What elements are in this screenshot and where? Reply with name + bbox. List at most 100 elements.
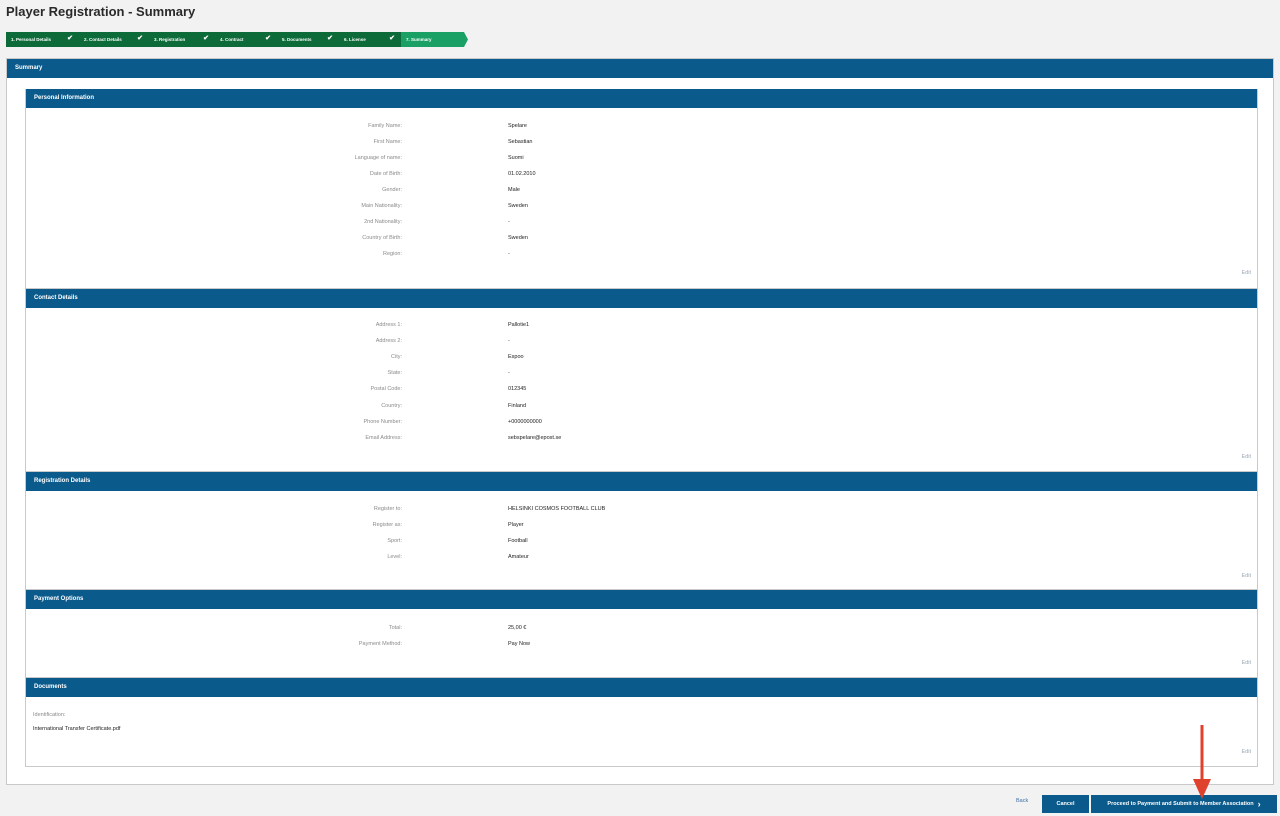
field-value: Pay Now: [508, 641, 531, 647]
field-label: Country:: [381, 403, 402, 409]
field-value: Finland: [508, 403, 527, 409]
wizard-steps: 1. Personal Details ✔ 2. Contact Details…: [6, 32, 468, 47]
wizard-step-label: 2. Contact Details: [84, 37, 122, 42]
chevron-right-icon: ›: [1257, 799, 1261, 809]
field-value: sebspelare@epost.se: [508, 435, 562, 441]
field-value: Football: [508, 538, 528, 544]
wizard-step-registration[interactable]: 3. Registration ✔: [149, 32, 215, 47]
language-row: Language of name: Suomi: [26, 155, 1257, 165]
wizard-step-documents[interactable]: 5. Documents ✔: [277, 32, 339, 47]
field-value: HELSINKI COSMOS FOOTBALL CLUB: [508, 506, 606, 512]
proceed-to-payment-button[interactable]: Proceed to Payment and Submit to Member …: [1091, 795, 1277, 813]
wizard-step-label: 6. License: [344, 37, 366, 42]
field-label: Register as:: [372, 522, 402, 528]
field-value: Sebastian: [508, 139, 533, 145]
personal-information-section: Personal Information Family Name: Spelare…: [25, 89, 1258, 289]
second-nationality-row: 2nd Nationality: -: [26, 219, 1257, 229]
registration-details-section: Registration Details Register to: HELSINK…: [25, 472, 1258, 590]
red-arrow-annotation-icon: [1193, 725, 1211, 799]
gender-row: Gender: Male: [26, 187, 1257, 197]
level-row: Level: Amateur: [26, 554, 1257, 564]
field-label: Address 2:: [375, 338, 402, 344]
proceed-button-label: Proceed to Payment and Submit to Member …: [1107, 801, 1254, 807]
field-value: Male: [508, 187, 520, 193]
country-of-birth-row: Country of Birth: Sweden: [26, 235, 1257, 245]
wizard-step-label: 5. Documents: [282, 37, 312, 42]
field-label: Date of Birth:: [369, 171, 402, 177]
field-value: Sweden: [508, 203, 528, 209]
field-value: Player: [508, 522, 524, 528]
email-address-row: Email Address: sebspelare@epost.se: [26, 435, 1257, 445]
field-label: Sport:: [387, 538, 402, 544]
section-header: Contact Details: [26, 289, 1257, 308]
sport-row: Sport: Football: [26, 538, 1257, 548]
summary-header: Summary: [7, 59, 1273, 78]
wizard-step-label: 7. Summary: [406, 37, 432, 42]
field-label: Total:: [388, 625, 402, 631]
field-value: Espoo: [508, 354, 524, 360]
field-value: -: [508, 251, 510, 257]
wizard-step-contact-details[interactable]: 2. Contact Details ✔: [79, 32, 149, 47]
document-file-link[interactable]: International Transfer Certificate.pdf: [33, 726, 120, 732]
register-to-row: Register to: HELSINKI COSMOS FOOTBALL CLU…: [26, 506, 1257, 516]
wizard-step-label: 4. Contract: [220, 37, 244, 42]
edit-payment-link[interactable]: Edit: [1242, 660, 1251, 666]
field-label: City:: [391, 354, 402, 360]
wizard-step-personal-details[interactable]: 1. Personal Details ✔: [6, 32, 79, 47]
field-label: State:: [387, 370, 402, 376]
field-label: Phone Number:: [363, 419, 402, 425]
check-icon: ✔: [389, 35, 395, 42]
city-row: City: Espoo: [26, 354, 1257, 364]
summary-card: Summary Personal Information Family Name…: [6, 58, 1274, 785]
field-label: Level:: [387, 554, 402, 560]
section-header: Registration Details: [26, 472, 1257, 491]
date-of-birth-row: Date of Birth: 01.02.2010: [26, 171, 1257, 181]
total-row: Total: 25,00 €: [26, 625, 1257, 635]
edit-registration-link[interactable]: Edit: [1242, 573, 1251, 579]
register-as-row: Register as: Player: [26, 522, 1257, 532]
page-title: Player Registration - Summary: [6, 4, 196, 19]
section-header: Documents: [26, 678, 1257, 697]
field-label: First Name:: [373, 139, 402, 145]
back-button[interactable]: Back: [1016, 798, 1028, 804]
address-1-row: Address 1: Pallotie1: [26, 322, 1257, 332]
edit-documents-link[interactable]: Edit: [1242, 749, 1251, 755]
check-icon: ✔: [137, 35, 143, 42]
identification-label: Identification:: [33, 712, 66, 718]
documents-section: Documents Identification: International …: [25, 678, 1258, 767]
field-label: Main Nationality:: [361, 203, 402, 209]
wizard-step-label: 3. Registration: [154, 37, 186, 42]
field-value: 01.02.2010: [508, 171, 536, 177]
field-value: -: [508, 219, 510, 225]
family-name-row: Family Name: Spelare: [26, 123, 1257, 133]
edit-contact-link[interactable]: Edit: [1242, 454, 1251, 460]
field-label: Region:: [383, 251, 402, 257]
field-value: 012345: [508, 386, 527, 392]
field-value: -: [508, 370, 510, 376]
cancel-button[interactable]: Cancel: [1042, 795, 1089, 813]
main-nationality-row: Main Nationality: Sweden: [26, 203, 1257, 213]
wizard-step-contract[interactable]: 4. Contract ✔: [215, 32, 277, 47]
contact-details-section: Contact Details Address 1: Pallotie1 Addr…: [25, 289, 1258, 472]
field-label: Address 1:: [375, 322, 402, 328]
field-value: Sweden: [508, 235, 528, 241]
field-label: Gender:: [382, 187, 402, 193]
postal-code-row: Postal Code: 012345: [26, 386, 1257, 396]
field-label: Country of Birth:: [362, 235, 402, 241]
check-icon: ✔: [67, 35, 73, 42]
field-value: +0000000000: [508, 419, 542, 425]
field-label: Register to:: [373, 506, 402, 512]
field-value: 25,00 €: [508, 625, 527, 631]
first-name-row: First Name: Sebastian: [26, 139, 1257, 149]
payment-method-row: Payment Method: Pay Now: [26, 641, 1257, 651]
wizard-step-summary[interactable]: 7. Summary: [401, 32, 468, 47]
check-icon: ✔: [203, 35, 209, 42]
wizard-step-license[interactable]: 6. License ✔: [339, 32, 401, 47]
field-value: Spelare: [508, 123, 527, 129]
address-2-row: Address 2: -: [26, 338, 1257, 348]
country-row: Country: Finland: [26, 403, 1257, 413]
section-header: Personal Information: [26, 89, 1257, 108]
edit-personal-link[interactable]: Edit: [1242, 270, 1251, 276]
field-label: Payment Method:: [358, 641, 402, 647]
region-row: Region: -: [26, 251, 1257, 261]
